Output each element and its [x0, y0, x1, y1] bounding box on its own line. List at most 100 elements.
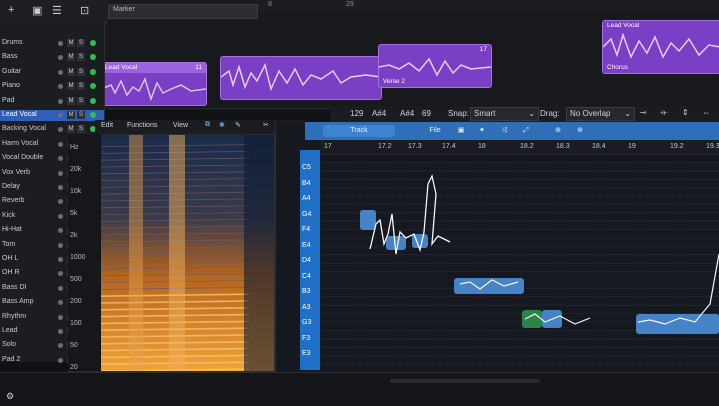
pitch-grid[interactable] — [320, 154, 719, 372]
catch-icon[interactable]: ⧉ — [205, 121, 210, 129]
audio-region-verse-2[interactable]: Verse 2 — [220, 56, 382, 100]
pitch-ruler[interactable]: 17 17.2 17.3 17.4 18 18.2 18.3 18.4 19 19.2 19.3 — [320, 140, 719, 155]
horizontal-zoom-icon[interactable]: ⇔ — [702, 108, 710, 117]
mute-button[interactable]: M — [67, 82, 75, 91]
track-row[interactable]: Piano M S — [0, 81, 104, 92]
pan-knob[interactable] — [58, 170, 63, 176]
add-track-icon[interactable]: + — [8, 4, 14, 16]
solo-button[interactable]: S — [77, 67, 85, 76]
pan-knob[interactable] — [58, 84, 63, 90]
scissors-icon[interactable]: ✂ — [263, 121, 269, 129]
tab-file[interactable]: File — [415, 125, 455, 137]
pan-knob[interactable] — [58, 69, 63, 75]
pencil-tool-icon[interactable]: ✎ — [235, 121, 241, 129]
link-icon[interactable]: ✱ — [219, 121, 225, 129]
audio-region-lead-vocal[interactable]: Lead Vocal 11 — [100, 62, 207, 106]
horizontal-scrollbar[interactable] — [390, 379, 540, 383]
solo-button[interactable]: S — [77, 82, 85, 91]
view-menu[interactable]: View — [173, 122, 188, 129]
record-enable-dot[interactable] — [90, 112, 96, 118]
frequency-tick: 200 — [70, 298, 82, 305]
track-row[interactable]: Pad M S — [0, 96, 104, 107]
chevron-down-icon: ⌄ — [624, 109, 631, 118]
list-icon[interactable]: ☰ — [52, 4, 62, 17]
key-note[interactable]: A#4 — [400, 109, 414, 118]
track-name: Lead Vocal — [2, 111, 37, 118]
marker-lane[interactable]: Marker — [108, 4, 258, 19]
record-enable-dot[interactable] — [90, 40, 96, 46]
solo-button[interactable]: S — [77, 39, 85, 47]
mute-button[interactable]: M — [67, 111, 75, 119]
piano-keys[interactable]: C5 B4 A4 G4 F4 E4 D4 C4 B3 A3 G3 F3 E3 — [300, 150, 320, 370]
mute-button[interactable]: M — [67, 96, 75, 105]
pan-knob[interactable] — [58, 285, 63, 291]
pan-knob[interactable] — [58, 329, 63, 334]
mute-button[interactable]: M — [67, 125, 75, 134]
track-row[interactable]: Guitar M S — [0, 67, 104, 78]
track-row[interactable]: Lead Vocal M S — [0, 110, 104, 121]
drag-label: Drag: — [540, 109, 560, 118]
chevron-down-icon: ⌄ — [528, 109, 535, 118]
pan-knob[interactable] — [58, 55, 63, 61]
pan-knob[interactable] — [58, 199, 63, 205]
pan-knob[interactable] — [58, 213, 63, 219]
settings-icon[interactable]: ⚙ — [6, 391, 14, 402]
pan-knob[interactable] — [58, 185, 63, 190]
key-value[interactable]: 69 — [422, 109, 431, 118]
note-icon[interactable]: ⁕ — [475, 125, 489, 137]
add-icon[interactable]: ⊕ — [573, 125, 587, 137]
pan-knob[interactable] — [58, 357, 63, 363]
snap-label: Snap: — [448, 109, 469, 118]
folder-icon[interactable]: ▣ — [32, 4, 42, 17]
frequency-tick: 1000 — [70, 254, 86, 261]
drag-dropdown[interactable]: No Overlap ⌄ — [566, 107, 635, 121]
audio-region-chorus[interactable]: Lead Vocal Chorus — [602, 20, 719, 74]
record-enable-dot[interactable] — [90, 68, 96, 75]
track-name: Solo — [2, 341, 17, 349]
ruler-tick: 29 — [346, 1, 354, 8]
pan-knob[interactable] — [58, 228, 63, 234]
pan-knob[interactable] — [58, 300, 63, 306]
time-tool-icon[interactable]: ⤢ — [519, 125, 533, 137]
pan-knob[interactable] — [58, 343, 63, 349]
waveform-zoom-icon[interactable]: ⊸ — [640, 108, 647, 117]
tempo-display[interactable]: 129 — [350, 109, 363, 118]
region-icon[interactable]: ▣ — [455, 125, 467, 137]
track-row[interactable]: Bass M S — [0, 52, 104, 63]
waveform — [101, 76, 206, 102]
mute-button[interactable]: M — [67, 67, 75, 76]
vertical-zoom-icon[interactable]: ⇕ — [682, 108, 689, 117]
mute-button[interactable]: M — [67, 39, 75, 47]
tab-track[interactable]: Track — [323, 125, 395, 137]
track-row[interactable]: Drums M S — [0, 38, 104, 49]
pan-knob[interactable] — [58, 257, 63, 262]
pan-knob[interactable] — [58, 127, 63, 133]
track-name: Hi-Hat — [2, 226, 22, 234]
snap-dropdown[interactable]: Smart ⌄ — [470, 107, 539, 121]
frequency-tick: 100 — [70, 320, 82, 327]
automation-icon[interactable]: ⊡ — [80, 4, 89, 17]
fit-icon[interactable]: ⟛ — [660, 108, 667, 118]
solo-button[interactable]: S — [77, 96, 85, 105]
pan-knob[interactable] — [58, 98, 63, 104]
pan-knob[interactable] — [58, 41, 63, 46]
functions-menu[interactable]: Functions — [127, 122, 157, 129]
key-signature[interactable]: A#4 — [372, 109, 386, 118]
audio-region[interactable]: 17 Verse 2 — [378, 44, 492, 88]
edit-menu[interactable]: Edit — [101, 122, 113, 129]
solo-button[interactable]: S — [77, 111, 85, 119]
target-icon[interactable]: ⊕ — [551, 125, 565, 137]
pan-knob[interactable] — [58, 271, 63, 277]
solo-button[interactable]: S — [77, 53, 85, 62]
pan-knob[interactable] — [58, 242, 63, 248]
solo-button[interactable]: S — [77, 125, 85, 134]
pan-knob[interactable] — [58, 314, 63, 320]
record-enable-dot[interactable] — [90, 83, 96, 90]
pitch-tool-icon[interactable]: ⤨ — [497, 125, 511, 137]
record-enable-dot[interactable] — [90, 97, 96, 104]
pan-knob[interactable] — [58, 141, 63, 147]
record-enable-dot[interactable] — [90, 54, 96, 61]
pan-knob[interactable] — [58, 113, 63, 118]
mute-button[interactable]: M — [67, 53, 75, 62]
pan-knob[interactable] — [58, 156, 63, 162]
